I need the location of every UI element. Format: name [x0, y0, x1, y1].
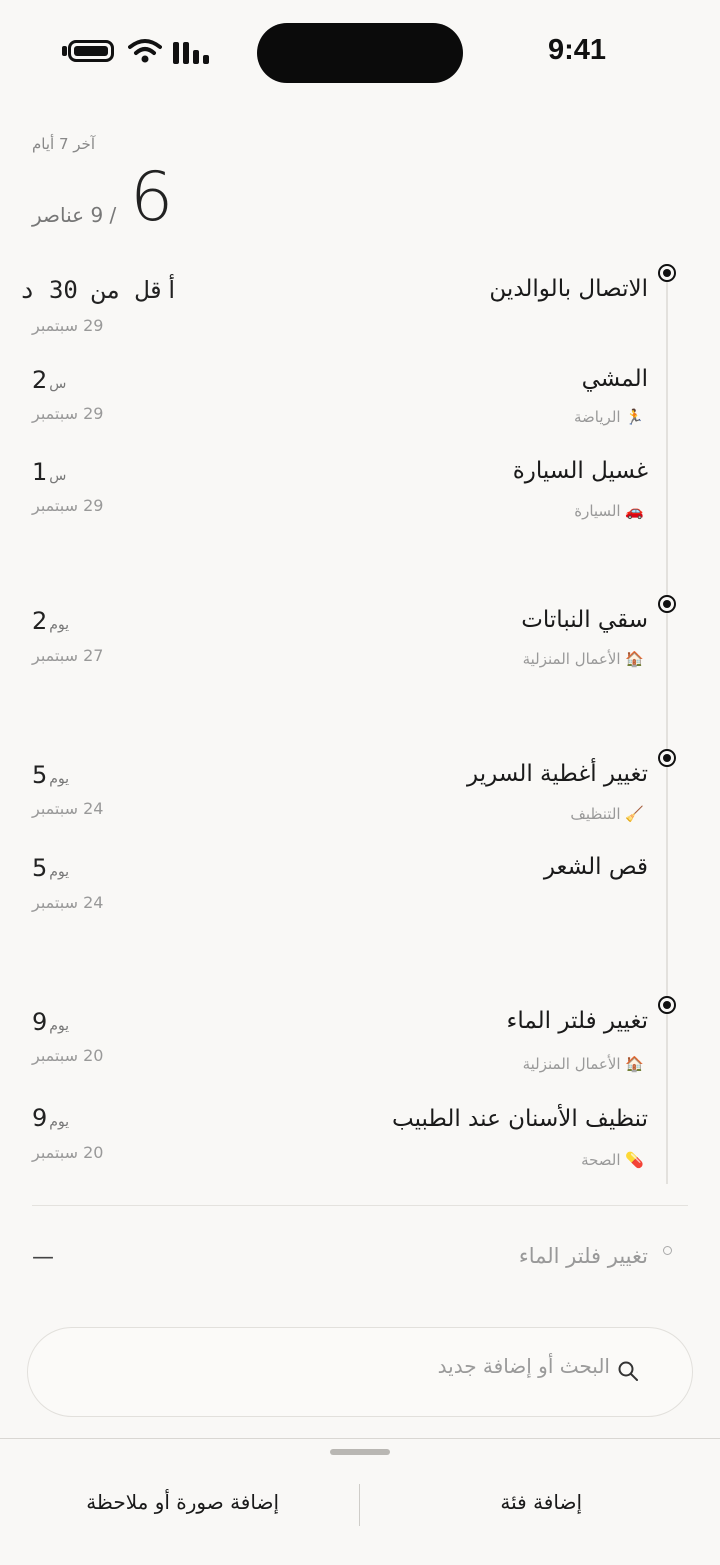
entry-date: 27 سبتمبر — [32, 646, 104, 665]
entry-title: المشي — [581, 366, 648, 392]
upcoming-value: — — [32, 1245, 54, 1270]
entry-category: 🏃 الرياضة — [574, 408, 644, 426]
entry-title: قص الشعر — [543, 854, 648, 880]
entry-category: 💊 الصحة — [581, 1151, 644, 1169]
entry-title: سقي النباتات — [521, 607, 648, 633]
battery-icon — [68, 40, 114, 62]
sheet-top-border — [0, 1438, 720, 1439]
entry-duration: 5 يوم — [32, 854, 70, 882]
section-divider — [32, 1205, 688, 1206]
entry-title: تنظيف الأسنان عند الطبيب — [392, 1106, 648, 1132]
entry-category: 🧹 التنظيف — [570, 805, 644, 823]
entry-date: 29 سبتمبر — [32, 316, 104, 335]
entry-duration: أقل من 30 د — [20, 276, 179, 304]
entry-category: 🏠 الأعمال المنزلية — [522, 1055, 644, 1073]
add-category-button[interactable]: إضافة فئة — [500, 1490, 582, 1514]
entry-date: 24 سبتمبر — [32, 893, 104, 912]
entry-title: الاتصال بالوالدين — [489, 276, 648, 302]
entry-date: 29 سبتمبر — [32, 496, 104, 515]
period-label: آخر 7 أيام — [32, 135, 95, 153]
upcoming-dot — [663, 1246, 672, 1255]
wifi-icon — [128, 38, 162, 68]
done-count: 6 — [130, 158, 174, 237]
timeline-day-dot — [658, 996, 676, 1014]
search-placeholder: البحث أو إضافة جديد — [437, 1354, 610, 1378]
entry-duration: 2 يوم — [32, 607, 70, 635]
status-time: 9:41 — [548, 34, 607, 66]
timeline-day-dot — [658, 264, 676, 282]
search-icon[interactable] — [617, 1360, 639, 1386]
entry-date: 24 سبتمبر — [32, 799, 104, 818]
sheet-separator — [359, 1484, 360, 1526]
sheet-drag-handle[interactable] — [330, 1449, 390, 1455]
upcoming-title: تغيير فلتر الماء — [518, 1244, 648, 1268]
entry-date: 20 سبتمبر — [32, 1046, 104, 1065]
entry-duration: 2س — [32, 366, 67, 394]
entry-category: 🚗 السيارة — [574, 502, 644, 520]
add-photo-note-button[interactable]: إضافة صورة أو ملاحظة — [86, 1490, 279, 1514]
cellular-signal-icon — [173, 40, 211, 64]
battery-tip — [62, 46, 67, 56]
dynamic-island — [257, 23, 463, 83]
entry-title: تغيير فلتر الماء — [506, 1008, 648, 1034]
timeline-line — [666, 272, 668, 1184]
entry-title: غسيل السيارة — [512, 458, 648, 484]
entry-duration: 9 يوم — [32, 1104, 70, 1132]
timeline-day-dot — [658, 749, 676, 767]
timeline-day-dot — [658, 595, 676, 613]
entry-duration: 1س — [32, 458, 67, 486]
entry-title: تغيير أغطية السرير — [467, 761, 648, 787]
entry-category: 🏠 الأعمال المنزلية — [522, 650, 644, 668]
entry-date: 29 سبتمبر — [32, 404, 104, 423]
entry-duration: 5 يوم — [32, 761, 70, 789]
total-items-label: / 9 عناصر — [32, 203, 117, 227]
entry-duration: 9 يوم — [32, 1008, 70, 1036]
entry-date: 20 سبتمبر — [32, 1143, 104, 1162]
